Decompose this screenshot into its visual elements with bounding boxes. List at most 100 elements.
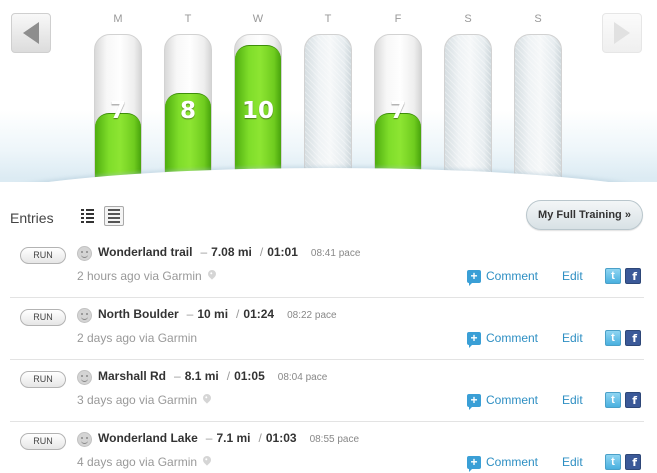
entry-title[interactable]: Wonderland trail bbox=[98, 245, 192, 259]
my-full-training-button[interactable]: My Full Training » bbox=[526, 200, 643, 230]
entry-duration: 01:01 bbox=[267, 245, 298, 259]
activity-type-badge[interactable]: RUN bbox=[20, 371, 66, 388]
list-view-icon[interactable] bbox=[77, 206, 97, 226]
day-letter: S bbox=[464, 13, 472, 25]
separator: / bbox=[259, 245, 264, 259]
separator: / bbox=[226, 369, 231, 383]
entry-distance: 10 mi bbox=[197, 307, 229, 321]
twitter-share-icon[interactable]: t bbox=[605, 330, 621, 346]
entry-source: 2 hours ago via Garmin bbox=[77, 269, 202, 283]
entry-duration: 01:24 bbox=[243, 307, 275, 321]
facebook-share-icon[interactable]: f bbox=[625, 268, 641, 284]
entry-meta: 2 hours ago via Garmin bbox=[77, 268, 218, 283]
entry-pace: 08:41 pace bbox=[310, 248, 361, 259]
entry-title[interactable]: North Boulder bbox=[98, 307, 179, 321]
entry-row: RUN North Boulder – 10 mi / 01:24 08:22 … bbox=[0, 298, 657, 360]
add-comment-icon: + bbox=[467, 331, 481, 348]
comment-label: Comment bbox=[486, 269, 539, 283]
entry-distance: 8.1 mi bbox=[184, 369, 219, 383]
day-letter: M bbox=[113, 13, 123, 25]
entry-pace: 08:04 pace bbox=[277, 372, 328, 383]
comment-link[interactable]: + Comment bbox=[467, 269, 539, 286]
location-pin-icon[interactable] bbox=[201, 454, 213, 466]
day-tube[interactable] bbox=[304, 34, 352, 182]
entry-title[interactable]: Marshall Rd bbox=[98, 369, 166, 383]
triangle-left-icon bbox=[23, 22, 39, 44]
entry-pace: 08:55 pace bbox=[309, 434, 360, 445]
location-pin-icon[interactable] bbox=[206, 268, 218, 280]
day-letter: T bbox=[324, 13, 332, 25]
entry-duration: 01:03 bbox=[265, 431, 297, 445]
separator: – bbox=[200, 245, 208, 259]
separator: – bbox=[205, 431, 213, 445]
day-letter: T bbox=[184, 13, 192, 25]
entry-pace: 08:22 pace bbox=[287, 310, 337, 321]
entry-summary: North Boulder – 10 mi / 01:24 08:22 pace bbox=[98, 307, 337, 321]
add-comment-icon: + bbox=[467, 455, 481, 472]
detail-view-icon[interactable] bbox=[104, 206, 124, 226]
entry-meta: 4 days ago via Garmin bbox=[77, 454, 213, 469]
entry-row: RUN Marshall Rd – 8.1 mi / 01:05 08:04 p… bbox=[0, 360, 657, 422]
day-value: 8 bbox=[179, 98, 196, 124]
entry-distance: 7.1 mi bbox=[216, 431, 251, 445]
day-letter: F bbox=[394, 13, 402, 25]
edit-link[interactable]: Edit bbox=[562, 393, 583, 407]
previous-week-button[interactable] bbox=[11, 13, 51, 53]
entry-meta: 2 days ago via Garmin bbox=[77, 331, 197, 345]
entry-distance: 7.08 mi bbox=[211, 245, 252, 259]
triangle-right-icon bbox=[614, 22, 630, 44]
add-comment-icon: + bbox=[467, 393, 481, 410]
activity-type-badge[interactable]: RUN bbox=[20, 309, 66, 326]
comment-link[interactable]: + Comment bbox=[467, 455, 539, 472]
entry-meta: 3 days ago via Garmin bbox=[77, 392, 213, 407]
separator: – bbox=[174, 369, 181, 383]
entry-row: RUN Wonderland Lake – 7.1 mi / 01:03 08:… bbox=[0, 422, 657, 473]
edit-link[interactable]: Edit bbox=[562, 331, 583, 345]
facebook-share-icon[interactable]: f bbox=[625, 392, 641, 408]
edit-link[interactable]: Edit bbox=[562, 455, 583, 469]
activity-type-badge[interactable]: RUN bbox=[20, 433, 66, 450]
add-comment-icon: + bbox=[467, 269, 481, 286]
day-letter: S bbox=[534, 13, 542, 25]
day-column-wed: W 10 bbox=[234, 0, 282, 182]
day-column-tue: T 8 bbox=[164, 0, 212, 182]
mood-smiley-icon bbox=[77, 308, 92, 323]
facebook-share-icon[interactable]: f bbox=[625, 454, 641, 470]
separator: / bbox=[258, 431, 262, 445]
entry-summary: Marshall Rd – 8.1 mi / 01:05 08:04 pace bbox=[98, 369, 327, 383]
day-column-sun: S bbox=[514, 0, 562, 182]
entry-duration: 01:05 bbox=[234, 369, 265, 383]
day-tube[interactable] bbox=[514, 34, 562, 182]
facebook-share-icon[interactable]: f bbox=[625, 330, 641, 346]
day-column-thu: T bbox=[304, 0, 352, 182]
mood-smiley-icon bbox=[77, 432, 92, 447]
entry-title[interactable]: Wonderland Lake bbox=[98, 431, 198, 445]
comment-link[interactable]: + Comment bbox=[467, 331, 539, 348]
twitter-share-icon[interactable]: t bbox=[605, 392, 621, 408]
day-letter: W bbox=[252, 13, 264, 25]
next-week-button[interactable] bbox=[602, 13, 642, 53]
entry-row: RUN Wonderland trail – 7.08 mi / 01:01 0… bbox=[0, 236, 657, 298]
day-value: 7 bbox=[389, 98, 406, 124]
day-value: 7 bbox=[109, 98, 126, 124]
comment-label: Comment bbox=[486, 455, 539, 469]
location-pin-icon[interactable] bbox=[201, 392, 213, 404]
comment-label: Comment bbox=[486, 393, 539, 407]
mood-smiley-icon bbox=[77, 370, 92, 385]
activity-type-badge[interactable]: RUN bbox=[20, 247, 66, 264]
day-value: 10 bbox=[241, 98, 274, 124]
entry-source: 4 days ago via Garmin bbox=[77, 455, 198, 469]
day-tube[interactable] bbox=[444, 34, 492, 182]
entries-heading: Entries bbox=[10, 210, 54, 226]
weekly-mileage-chart: M 7 T 8 W 10 T F 7 S S bbox=[0, 0, 657, 182]
entry-source: 2 days ago via Garmin bbox=[77, 331, 198, 345]
twitter-share-icon[interactable]: t bbox=[605, 268, 621, 284]
twitter-share-icon[interactable]: t bbox=[605, 454, 621, 470]
mood-smiley-icon bbox=[77, 246, 92, 261]
comment-link[interactable]: + Comment bbox=[467, 393, 539, 410]
entry-source: 3 days ago via Garmin bbox=[77, 393, 198, 407]
day-column-sat: S bbox=[444, 0, 492, 182]
day-column-mon: M 7 bbox=[94, 0, 142, 182]
edit-link[interactable]: Edit bbox=[562, 269, 583, 283]
comment-label: Comment bbox=[486, 331, 539, 345]
